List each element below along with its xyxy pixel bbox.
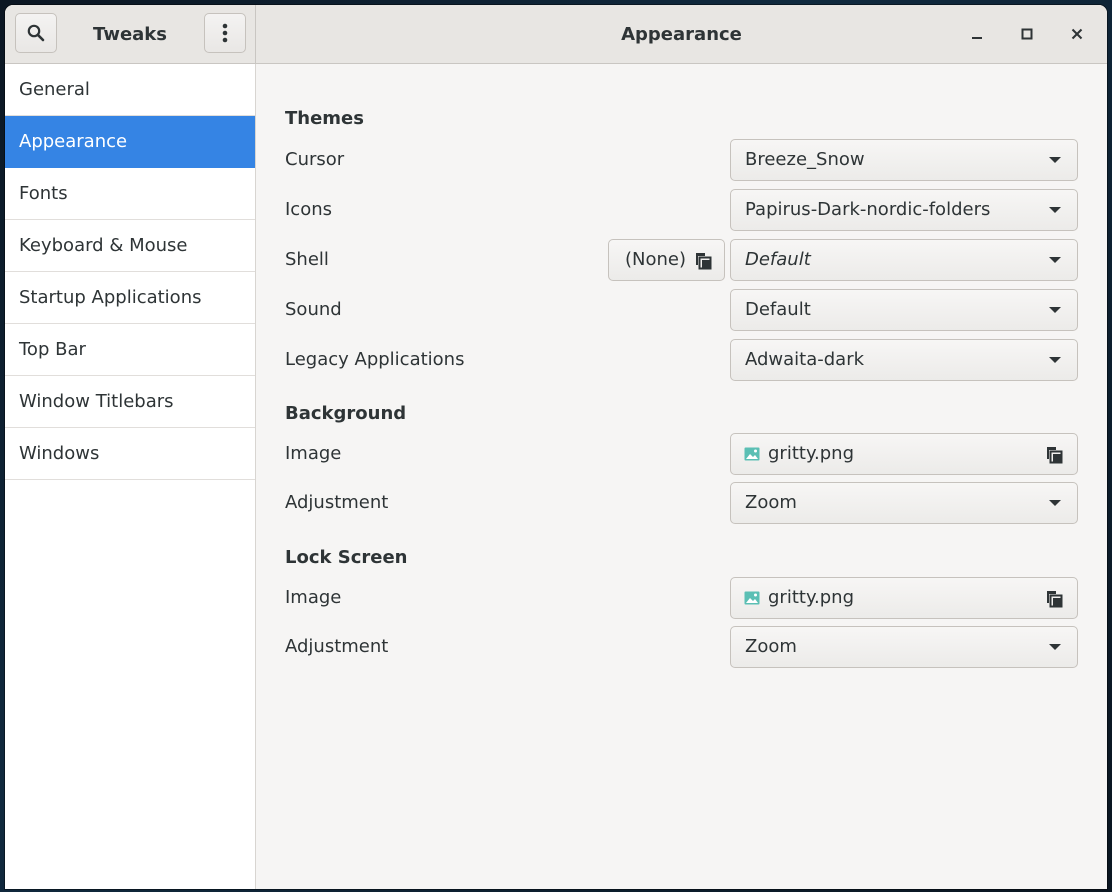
icons-value: Papirus-Dark-nordic-folders [745, 199, 991, 220]
themes-section-title: Themes [285, 108, 364, 129]
chevron-down-icon [1049, 500, 1061, 506]
lock-screen-image-chooser[interactable]: gritty.png [730, 577, 1078, 619]
chevron-down-icon [1049, 207, 1061, 213]
background-adjustment-label: Adjustment [285, 492, 389, 513]
maximize-button[interactable] [1012, 19, 1042, 49]
sidebar-item-top-bar[interactable]: Top Bar [5, 324, 255, 376]
chevron-down-icon [1049, 357, 1061, 363]
sound-label: Sound [285, 299, 342, 320]
legacy-applications-value: Adwaita-dark [745, 349, 865, 370]
sidebar-item-startup-applications[interactable]: Startup Applications [5, 272, 255, 324]
legacy-applications-dropdown[interactable]: Adwaita-dark [730, 339, 1078, 381]
cursor-value: Breeze_Snow [745, 149, 865, 170]
legacy-applications-label: Legacy Applications [285, 349, 465, 370]
lock-screen-adjustment-value: Zoom [745, 636, 797, 657]
background-image-value: gritty.png [768, 443, 855, 464]
icons-label: Icons [285, 199, 333, 220]
search-icon [27, 24, 45, 42]
app-title: Tweaks [93, 23, 167, 45]
background-section-title: Background [285, 403, 407, 424]
lock-screen-adjustment-dropdown[interactable]: Zoom [730, 626, 1078, 668]
minimize-icon [972, 37, 982, 39]
sidebar-item-general[interactable]: General [5, 64, 255, 116]
background-adjustment-dropdown[interactable]: Zoom [730, 482, 1078, 524]
main-menu-button[interactable] [204, 13, 246, 53]
copy-icon [696, 253, 712, 270]
close-button[interactable] [1062, 19, 1092, 49]
lock-screen-section-title: Lock Screen [285, 547, 408, 568]
sidebar-item-keyboard-mouse[interactable]: Keyboard & Mouse [5, 220, 255, 272]
background-image-label: Image [285, 443, 342, 464]
sound-value: Default [745, 299, 811, 320]
image-file-icon [744, 591, 760, 605]
lock-screen-image-label: Image [285, 587, 342, 608]
shell-dropdown[interactable]: Default [730, 239, 1078, 281]
chevron-down-icon [1049, 644, 1061, 650]
cursor-label: Cursor [285, 149, 345, 170]
appearance-panel: Themes Cursor Breeze_Snow Icons Papirus-… [256, 64, 1107, 889]
background-image-chooser[interactable]: gritty.png [730, 433, 1078, 475]
header-bar: Tweaks Appearance [5, 5, 1107, 64]
tweaks-window: Tweaks Appearance General Appearance Fon… [5, 5, 1107, 889]
lock-screen-adjustment-label: Adjustment [285, 636, 389, 657]
icons-dropdown[interactable]: Papirus-Dark-nordic-folders [730, 189, 1078, 231]
sound-dropdown[interactable]: Default [730, 289, 1078, 331]
minimize-button[interactable] [962, 19, 992, 49]
copy-icon [1047, 447, 1063, 464]
shell-label: Shell [285, 249, 329, 270]
lock-screen-image-value: gritty.png [768, 587, 855, 608]
shell-file-button[interactable]: (None) [608, 239, 725, 281]
sidebar-item-windows[interactable]: Windows [5, 428, 255, 480]
search-button[interactable] [15, 13, 57, 53]
sidebar-item-window-titlebars[interactable]: Window Titlebars [5, 376, 255, 428]
shell-value: Default [745, 249, 811, 270]
kebab-menu-icon [222, 23, 228, 43]
image-file-icon [744, 447, 760, 461]
chevron-down-icon [1049, 157, 1061, 163]
header-left: Tweaks [5, 5, 256, 63]
sidebar: General Appearance Fonts Keyboard & Mous… [5, 64, 256, 889]
sidebar-item-fonts[interactable]: Fonts [5, 168, 255, 220]
sidebar-item-appearance[interactable]: Appearance [5, 116, 255, 168]
background-adjustment-value: Zoom [745, 492, 797, 513]
header-right: Appearance [256, 5, 1107, 63]
chevron-down-icon [1049, 257, 1061, 263]
close-icon [1071, 28, 1083, 40]
cursor-dropdown[interactable]: Breeze_Snow [730, 139, 1078, 181]
shell-file-value: (None) [625, 249, 687, 270]
copy-icon [1047, 591, 1063, 608]
chevron-down-icon [1049, 307, 1061, 313]
maximize-icon [1021, 28, 1033, 40]
